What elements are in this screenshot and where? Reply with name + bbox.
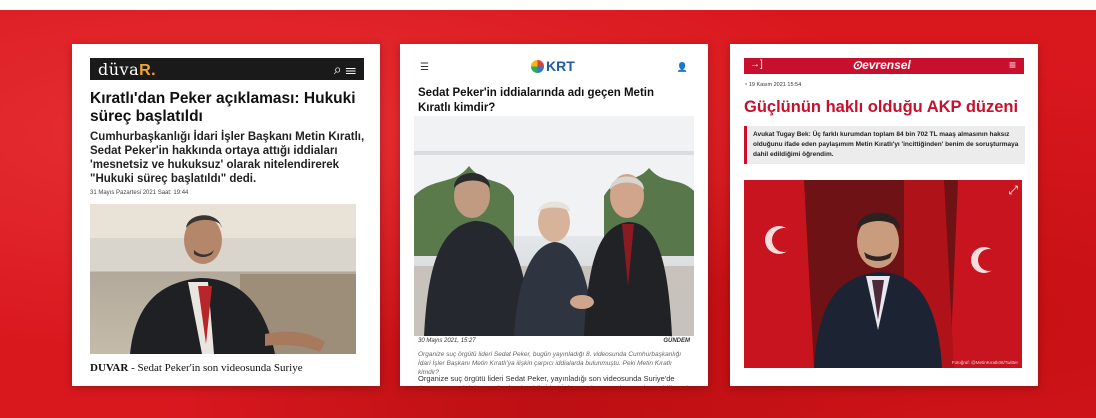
- article-photo: [90, 204, 356, 354]
- krt-logo-icon: [531, 60, 544, 73]
- article-summary: Organize suç örgütü lideri Sedat Peker, …: [418, 351, 682, 376]
- menu-icon[interactable]: ☰: [420, 62, 429, 73]
- article-lead: Cumhurbaşkanlığı İdari İşler Başkanı Met…: [90, 131, 365, 185]
- menu-icon[interactable]: ≡: [1009, 58, 1016, 72]
- user-icon[interactable]: 👤: [677, 62, 688, 73]
- menu-icon[interactable]: ☰: [346, 61, 357, 77]
- duvar-logo[interactable]: düvaR.: [98, 60, 156, 80]
- article-caption[interactable]: DUVAR - Sedat Peker'in son videosunda Su…: [90, 362, 303, 374]
- evrensel-logo[interactable]: ⊙evrensel: [852, 58, 911, 72]
- search-icon[interactable]: ⌕: [334, 61, 342, 77]
- login-icon[interactable]: →]: [750, 59, 763, 70]
- article-date: ◔ 19 Kasım 2021 15:54: [744, 82, 802, 88]
- photo-credit: Fotoğraf: @MetinKıratlı06/Twitter: [951, 360, 1018, 365]
- evrensel-header-bar: →] ⊙evrensel ≡: [744, 58, 1024, 74]
- krt-article-card: ☰ KRT 👤 Sedat Peker'in iddialarında adı …: [400, 44, 708, 386]
- article-title[interactable]: Kıratlı'dan Peker açıklaması: Hukuki sür…: [90, 90, 366, 126]
- article-photo: [414, 116, 694, 336]
- article-category[interactable]: GÜNDEM: [663, 338, 690, 344]
- article-date: 30 Mayıs 2021, 15:27: [418, 338, 476, 344]
- expand-icon[interactable]: ⤢: [1008, 183, 1018, 198]
- duvar-header-bar: düvaR. ⌕ ☰: [90, 58, 364, 80]
- duvar-article-card: düvaR. ⌕ ☰ Kıratlı'dan Peker açıklaması:…: [72, 44, 380, 386]
- article-body: Organize suç örgütü lideri Sedat Peker, …: [418, 374, 688, 386]
- evrensel-article-card: →] ⊙evrensel ≡ ◔ 19 Kasım 2021 15:54 Güç…: [730, 44, 1038, 386]
- article-date: 31 Mayıs Pazartesi 2021 Saat: 19:44: [90, 190, 189, 196]
- article-quote: Avukat Tugay Bek: Üç farklı kurumdan top…: [744, 126, 1025, 164]
- article-title[interactable]: Sedat Peker'in iddialarında adı geçen Me…: [418, 86, 688, 116]
- clock-icon: ◔: [744, 82, 748, 88]
- article-photo: ⤢ Fotoğraf: @MetinKıratlı06/Twitter: [744, 180, 1022, 368]
- article-title[interactable]: Güçlünün haklı olduğu AKP düzeni: [744, 98, 1018, 117]
- krt-logo[interactable]: KRT: [531, 58, 575, 74]
